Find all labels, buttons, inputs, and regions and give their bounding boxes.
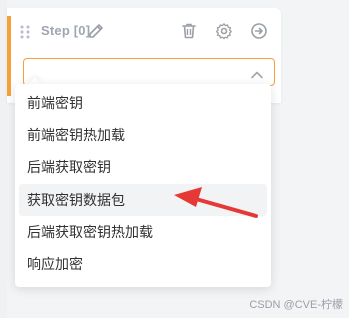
arrow-right-circle-icon[interactable] [250, 22, 268, 40]
drag-handle-icon[interactable] [19, 24, 31, 40]
step-title: Step [0] [41, 23, 91, 38]
dropdown-option[interactable]: 后端获取密钥 [19, 151, 267, 183]
card-accent-bar [7, 16, 11, 96]
chevron-up-icon[interactable] [250, 67, 264, 79]
dropdown-option[interactable]: 响应加密 [19, 248, 267, 280]
edit-icon[interactable] [87, 22, 105, 40]
left-gutter [0, 0, 7, 318]
dropdown-option[interactable]: 前端密钥 [19, 87, 267, 119]
step-type-select[interactable] [23, 58, 275, 86]
watermark: CSDN @CVE-柠檬 [249, 299, 343, 311]
dropdown-option[interactable]: 前端密钥热加载 [19, 119, 267, 151]
gear-icon[interactable] [215, 22, 233, 40]
trash-icon[interactable] [180, 22, 198, 40]
annotation-arrow [168, 183, 268, 223]
